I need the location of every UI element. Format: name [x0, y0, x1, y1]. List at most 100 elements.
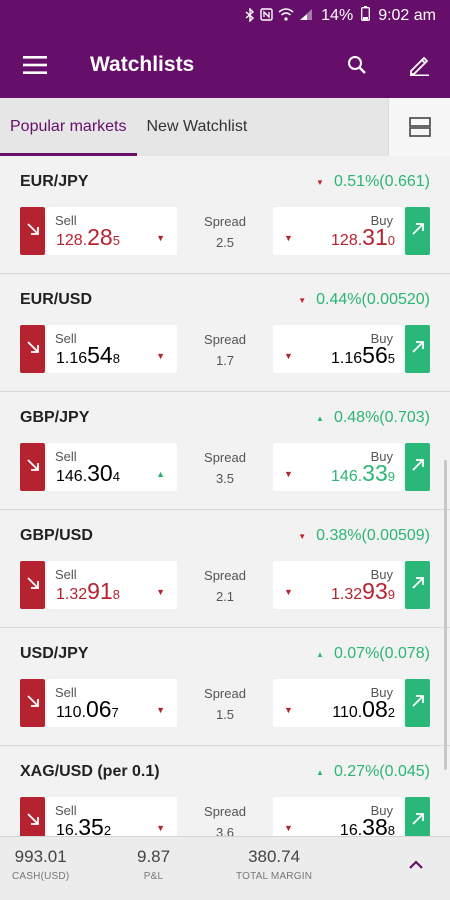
- chevron-down-icon: ▼: [156, 823, 165, 833]
- buy-button[interactable]: [405, 797, 430, 836]
- spread-label: Spread: [204, 214, 246, 229]
- triangle-down-icon: ▼: [316, 177, 324, 187]
- arrow-up-right-icon: [411, 458, 425, 477]
- sell-price: 16.352: [56, 814, 111, 836]
- chevron-down-icon: ▼: [156, 587, 165, 597]
- sell-button[interactable]: [20, 325, 45, 373]
- sell-price-card[interactable]: Sell 16.352 ▼: [47, 797, 177, 836]
- price-fraction: 5: [387, 351, 395, 366]
- sell-button[interactable]: [20, 679, 45, 727]
- sell-button[interactable]: [20, 797, 45, 836]
- price-fraction: 2: [387, 705, 395, 720]
- triangle-up-icon: ▲: [316, 767, 324, 777]
- buy-price: 1.32939: [331, 578, 395, 605]
- buy-price-card[interactable]: Buy ▼ 146.339: [273, 443, 403, 491]
- hamburger-icon[interactable]: [0, 32, 70, 98]
- triangle-down-icon: ▼: [298, 531, 307, 541]
- price-pips: 93: [362, 578, 388, 604]
- buy-price: 16.388: [340, 814, 395, 836]
- sell-price-card[interactable]: Sell 1.32918 ▼: [47, 561, 177, 609]
- market-name: EUR/JPY: [20, 173, 89, 190]
- sell-price-card[interactable]: Sell 110.067 ▼: [47, 679, 177, 727]
- buy-button[interactable]: [405, 679, 430, 727]
- chevron-up-icon: ▲: [156, 469, 165, 479]
- chevron-down-icon: ▼: [284, 705, 293, 715]
- tab-new-watchlist[interactable]: New Watchlist: [137, 98, 258, 156]
- buy-price-card[interactable]: Buy ▼ 128.310: [273, 207, 403, 255]
- price-prefix: 146.: [56, 468, 88, 485]
- price-prefix: 128.: [56, 232, 88, 249]
- buy-button[interactable]: [405, 443, 430, 491]
- market-row[interactable]: EUR/JPY ▼ 0.51%(0.661) Sell 128.285 ▼ Spread 2.…: [0, 156, 450, 274]
- price-pips: 31: [362, 224, 388, 250]
- market-header: XAG/USD (per 0.1) ▲ 0.27%(0.045): [20, 763, 430, 781]
- nfc-icon: [260, 8, 273, 24]
- price-prefix: 128.: [331, 232, 363, 249]
- price-prefix: 1.16: [331, 350, 363, 367]
- arrow-down-right-icon: [26, 694, 40, 713]
- pnl-label: P&L: [143, 871, 164, 882]
- sell-price-card[interactable]: Sell 128.285 ▼: [47, 207, 177, 255]
- battery-percent: 14%: [321, 7, 354, 24]
- chevron-up-icon[interactable]: [408, 857, 424, 875]
- market-name: EUR/USD: [20, 291, 93, 308]
- price-prefix: 110.: [56, 704, 86, 721]
- price-prefix: 146.: [331, 468, 363, 485]
- sell-button[interactable]: [20, 207, 45, 255]
- buy-price-card[interactable]: Buy ▼ 1.32939: [273, 561, 403, 609]
- change-value: ▼ 0.44%(0.00520): [298, 291, 430, 309]
- spread-info: Spread 3.5: [180, 450, 270, 486]
- price-fraction: 4: [112, 469, 120, 484]
- spread-value: 2.1: [215, 589, 235, 604]
- sell-price-card[interactable]: Sell 1.16548 ▼: [47, 325, 177, 373]
- pnl-summary: 9.87 P&L: [137, 847, 170, 882]
- buy-price: 128.310: [331, 224, 395, 251]
- chevron-down-icon: ▼: [156, 705, 165, 715]
- price-fraction: 9: [387, 469, 395, 484]
- arrow-up-right-icon: [411, 222, 425, 241]
- sell-price: 146.304: [56, 460, 120, 487]
- tab-popular-markets[interactable]: Popular markets: [0, 98, 137, 156]
- buy-price: 110.082: [332, 696, 395, 723]
- chevron-down-icon: ▼: [284, 351, 293, 361]
- price-pips: 91: [87, 578, 113, 604]
- scrollbar[interactable]: [444, 460, 447, 770]
- buy-button[interactable]: [405, 561, 430, 609]
- spread-label: Spread: [204, 450, 246, 465]
- search-icon[interactable]: [326, 32, 388, 98]
- market-row[interactable]: USD/JPY ▲ 0.07%(0.078) Sell 110.067 ▼ Spread 1.…: [0, 628, 450, 746]
- market-row[interactable]: XAG/USD (per 0.1) ▲ 0.27%(0.045) Sell 16.352…: [0, 746, 450, 836]
- sell-button[interactable]: [20, 561, 45, 609]
- buy-price-card[interactable]: Buy ▼ 110.082: [273, 679, 403, 727]
- change-text: 0.07%(0.078): [333, 645, 430, 662]
- arrow-down-right-icon: [26, 458, 40, 477]
- buy-button[interactable]: [405, 207, 430, 255]
- buy-price: 1.16565: [331, 342, 395, 369]
- buy-price-card[interactable]: Buy ▼ 16.388: [273, 797, 403, 836]
- buy-button[interactable]: [405, 325, 430, 373]
- market-row[interactable]: EUR/USD ▼ 0.44%(0.00520) Sell 1.16548 ▼ Spread…: [0, 274, 450, 392]
- margin-value: 380.74: [248, 847, 301, 866]
- spread-info: Spread 2.1: [180, 568, 270, 604]
- pencil-icon[interactable]: [388, 32, 450, 98]
- price-prefix: 110.: [332, 704, 363, 721]
- buy-price-card[interactable]: Buy ▼ 1.16565: [273, 325, 403, 373]
- triangle-up-icon: ▲: [316, 413, 324, 423]
- price-prefix: 1.32: [56, 586, 88, 603]
- price-pips: 06: [85, 696, 112, 722]
- market-row[interactable]: GBP/JPY ▲ 0.48%(0.703) Sell 146.304 ▲ Spread 3.…: [0, 392, 450, 510]
- layout-toggle-icon[interactable]: [388, 98, 450, 156]
- arrow-up-right-icon: [411, 576, 425, 595]
- market-row[interactable]: GBP/USD ▼ 0.38%(0.00509) Sell 1.32918 ▼ Spread…: [0, 510, 450, 628]
- market-header: USD/JPY ▲ 0.07%(0.078): [20, 645, 430, 663]
- clock: 9:02 am: [378, 7, 436, 24]
- change-text: 0.27%(0.045): [333, 763, 430, 780]
- change-text: 0.48%(0.703): [333, 409, 430, 426]
- page-title: Watchlists: [90, 53, 195, 76]
- price-pips: 38: [362, 814, 388, 836]
- sell-button[interactable]: [20, 443, 45, 491]
- wifi-icon: [278, 8, 294, 24]
- sell-price-card[interactable]: Sell 146.304 ▲: [47, 443, 177, 491]
- cash-label: CASH(USD): [12, 871, 70, 882]
- status-icons: [245, 6, 313, 25]
